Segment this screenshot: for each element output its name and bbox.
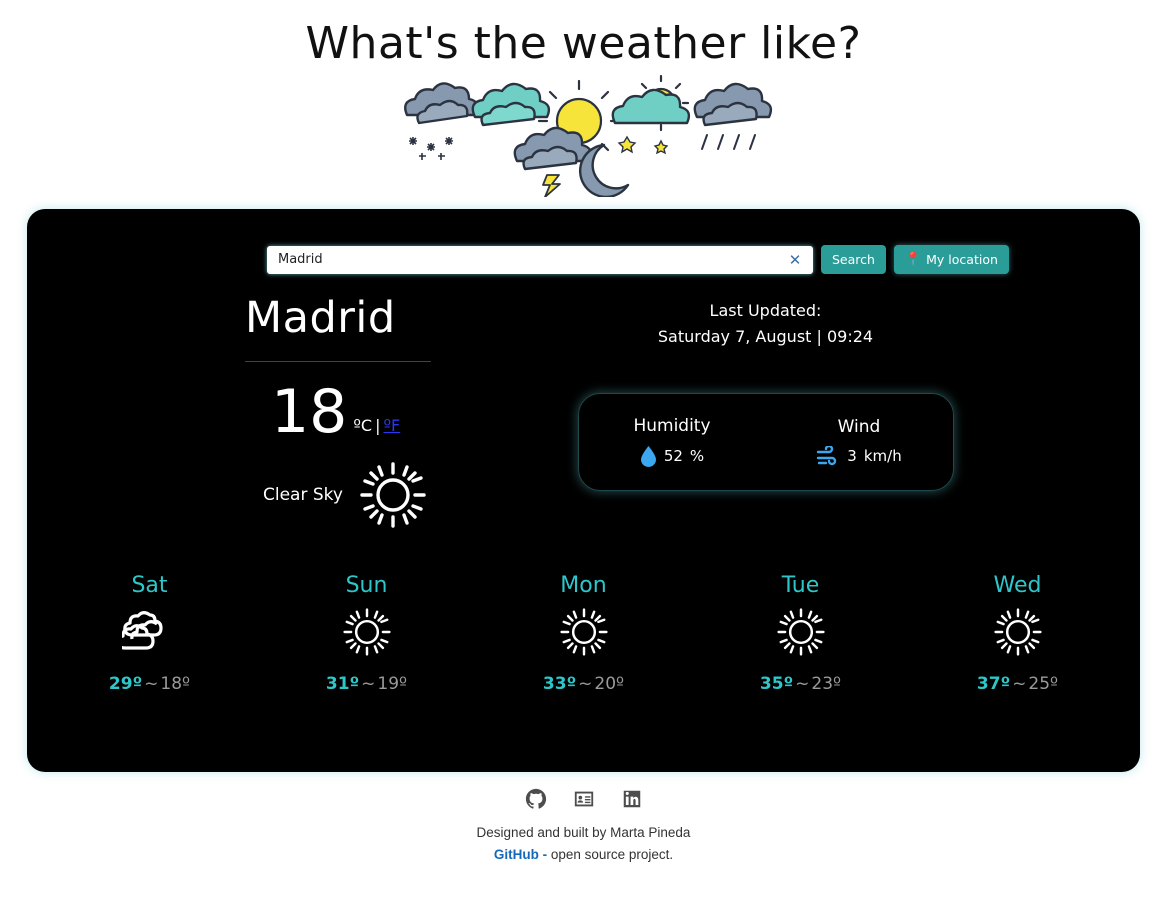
- wind-title: Wind: [837, 417, 881, 438]
- wind-unit: km/h: [863, 447, 902, 466]
- humidity-value-row: 52 %: [579, 445, 766, 468]
- day-low: 20º: [594, 674, 625, 695]
- wind-value-row: 3 km/h: [766, 446, 953, 466]
- day-name: Sat: [131, 573, 168, 599]
- hand-drawn-weather-icons-banner: [403, 75, 772, 197]
- current-weather-row: Madrid 18 ºC | ºF Clear Sky Last Updated…: [27, 274, 1140, 531]
- my-location-button[interactable]: 📍 My location: [893, 245, 1009, 274]
- day-low: 25º: [1028, 674, 1059, 695]
- temperature-units: ºC | ºF: [347, 416, 400, 441]
- sun-icon: [342, 608, 391, 657]
- social-links-row: [0, 788, 1167, 810]
- footer-credit: Designed and built by Marta Pineda: [476, 825, 691, 840]
- water-drop-icon: [640, 446, 656, 468]
- footer-project-suffix: open source project.: [547, 846, 674, 862]
- day-icon-wrapper: [909, 604, 1126, 660]
- day-high: 29º: [108, 674, 143, 695]
- temp-separator: ~: [795, 674, 810, 695]
- my-location-label: My location: [926, 252, 998, 267]
- temperature-value: 18: [271, 377, 348, 448]
- humidity-cell: Humidity 52 %: [579, 416, 766, 468]
- day-name: Tue: [781, 573, 820, 599]
- day-name: Sun: [345, 573, 388, 599]
- day-temps: 31º ~19º: [258, 674, 475, 694]
- day-high: 37º: [976, 674, 1011, 695]
- last-updated-value: Saturday 7, August | 09:24: [657, 327, 874, 347]
- current-weather-left: Madrid 18 ºC | ºF Clear Sky: [27, 274, 447, 531]
- temp-separator: ~: [361, 674, 376, 695]
- footer-project-line: GitHub - open source project.: [0, 844, 1167, 866]
- day-high: 31º: [325, 674, 360, 695]
- day-name: Mon: [560, 573, 607, 599]
- condition-label: Clear Sky: [263, 485, 343, 506]
- day-low: 23º: [811, 674, 842, 695]
- day-icon-wrapper: [692, 604, 909, 660]
- last-updated-label: Last Updated:: [709, 301, 822, 320]
- last-updated: Last Updated: Saturday 7, August | 09:24: [658, 298, 873, 351]
- humidity-title: Humidity: [633, 416, 711, 437]
- search-input-wrapper: ✕: [267, 245, 813, 274]
- forecast-day-wed: Wed 37º ~25º: [909, 573, 1126, 694]
- day-icon-wrapper: [258, 604, 475, 660]
- clouds-icon: [121, 611, 163, 651]
- city-name: Madrid: [245, 293, 396, 343]
- city-divider: [245, 361, 431, 363]
- weather-card: ✕ Search 📍 My location Madrid 18 ºC|ºF C…: [27, 209, 1140, 772]
- unit-fahrenheit-link[interactable]: ºF: [383, 416, 400, 435]
- sun-icon: [776, 608, 825, 657]
- day-low: 18º: [160, 674, 191, 695]
- forecast-day-sun: Sun 31º ~19º: [258, 573, 475, 694]
- weather-details-box: Humidity 52 % Wind 3 km/h: [577, 392, 954, 491]
- github-link[interactable]: GitHub -: [494, 847, 547, 862]
- forecast-row: Sat 29º ~18º Sun 31º ~ 19º Mon 33º ~ 20º…: [27, 573, 1140, 694]
- day-icon-wrapper: [475, 604, 692, 660]
- map-pin-icon: 📍: [904, 252, 922, 267]
- footer: Designed and built by Marta Pineda GitHu…: [0, 788, 1167, 865]
- forecast-day-mon: Mon 33º ~20º: [475, 573, 692, 694]
- current-weather-right: Last Updated: Saturday 7, August | 09:24…: [447, 274, 1084, 531]
- temp-separator: ~: [144, 674, 159, 695]
- temp-separator: ~: [578, 674, 593, 695]
- unit-separator: |: [375, 416, 381, 436]
- sun-icon: [559, 608, 608, 657]
- search-button-label: Search: [832, 252, 875, 267]
- linkedin-icon[interactable]: [621, 788, 643, 810]
- day-low: 19º: [377, 674, 408, 695]
- forecast-day-tue: Tue 35º ~23º: [692, 573, 909, 694]
- search-row: ✕ Search 📍 My location: [27, 209, 1140, 274]
- github-icon[interactable]: [525, 788, 547, 810]
- day-high: 35º: [759, 674, 794, 695]
- unit-celsius: ºC: [353, 416, 373, 436]
- humidity-value: 52: [663, 447, 683, 466]
- wind-value: 3: [847, 447, 857, 466]
- day-temps: 35º ~23º: [692, 674, 909, 694]
- portfolio-card-icon[interactable]: [573, 788, 595, 810]
- temperature-row: 18 ºC | ºF: [245, 377, 447, 448]
- day-temps: 29º ~18º: [41, 674, 258, 694]
- day-name: Wed: [993, 573, 1042, 599]
- condition-row: Clear Sky: [245, 459, 447, 531]
- search-input[interactable]: [268, 246, 784, 273]
- close-x-icon[interactable]: ✕: [784, 247, 806, 273]
- wind-icon: [817, 446, 837, 466]
- wind-cell: Wind 3 km/h: [766, 417, 953, 466]
- temp-separator: ~: [1012, 674, 1027, 695]
- page-title: What's the weather like?: [305, 18, 862, 69]
- sun-icon: [993, 608, 1042, 657]
- day-temps: 37º ~25º: [909, 674, 1126, 694]
- search-button[interactable]: Search: [821, 245, 886, 274]
- sun-icon: [360, 462, 426, 529]
- day-high: 33º: [542, 674, 577, 695]
- day-temps: 33º ~20º: [475, 674, 692, 694]
- humidity-unit: %: [689, 447, 705, 466]
- forecast-day-sat: Sat 29º ~18º: [41, 573, 258, 694]
- day-icon-wrapper: [41, 604, 258, 660]
